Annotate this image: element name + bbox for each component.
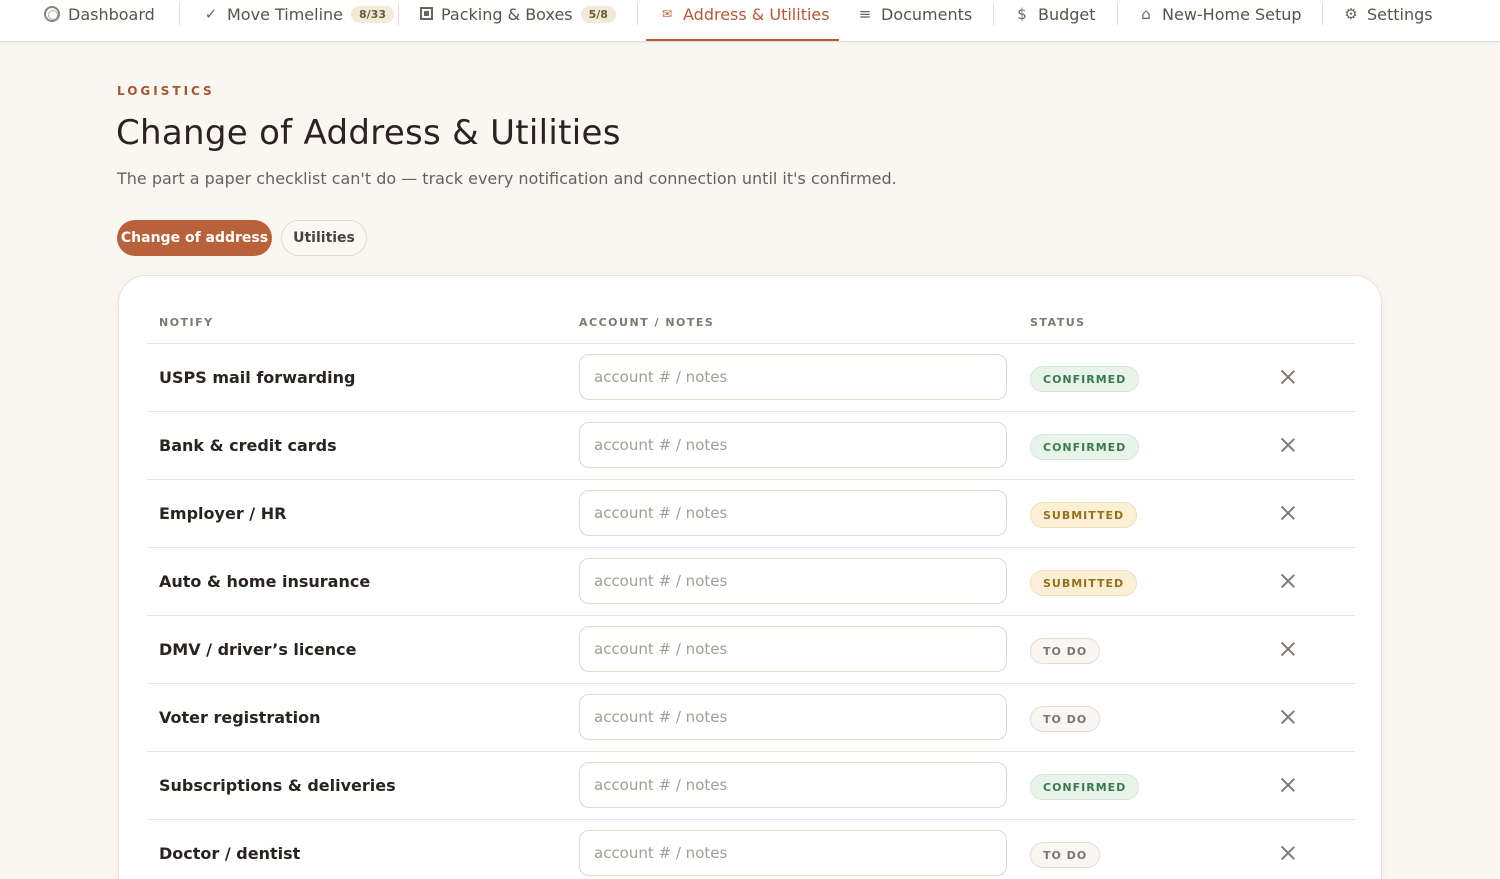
nav-separator xyxy=(993,3,994,25)
remove-icon[interactable] xyxy=(1278,367,1298,387)
nav-separator xyxy=(637,3,638,25)
table-row: Subscriptions & deliveries CONFIRMED xyxy=(147,751,1355,819)
nav-item-move-timeline[interactable]: ✓ Move Timeline 8/33 xyxy=(203,0,395,42)
nav-item-dashboard[interactable]: Dashboard xyxy=(44,0,155,42)
column-header-account-notes: ACCOUNT / NOTES xyxy=(579,316,715,329)
status-badge[interactable]: CONFIRMED xyxy=(1030,434,1140,460)
account-notes-input[interactable] xyxy=(579,830,1007,876)
nav-item-packing-boxes[interactable]: Packing & Boxes 5/8 xyxy=(420,0,616,42)
active-tab-indicator xyxy=(646,39,839,41)
table-row: Voter registration TO DO xyxy=(147,683,1355,751)
notify-table: USPS mail forwarding CONFIRMED Bank & cr… xyxy=(147,343,1355,879)
home-icon: ⌂ xyxy=(1141,5,1151,23)
column-header-status: STATUS xyxy=(1030,316,1086,329)
check-icon: ✓ xyxy=(204,5,218,23)
nav-item-label: New-Home Setup xyxy=(1162,4,1302,24)
nav-badge-count: 5/8 xyxy=(580,5,616,23)
section-eyebrow: LOGISTICS xyxy=(117,84,215,98)
account-notes-input[interactable] xyxy=(579,626,1007,672)
status-badge[interactable]: TO DO xyxy=(1030,842,1101,868)
page-title: Change of Address & Utilities xyxy=(116,113,621,153)
remove-icon[interactable] xyxy=(1278,639,1298,659)
notify-item-name: Subscriptions & deliveries xyxy=(159,776,396,795)
nav-separator xyxy=(179,3,180,25)
nav-item-label: Dashboard xyxy=(68,4,155,24)
remove-icon[interactable] xyxy=(1278,571,1298,591)
remove-icon[interactable] xyxy=(1278,843,1298,863)
nav-item-label: Documents xyxy=(881,4,973,24)
nav-separator xyxy=(1117,3,1118,25)
table-row: USPS mail forwarding CONFIRMED xyxy=(147,343,1355,411)
nav-item-address-utilities[interactable]: ✉ Address & Utilities xyxy=(659,0,830,42)
tab-change-of-address[interactable]: Change of address xyxy=(117,220,272,256)
remove-icon[interactable] xyxy=(1278,707,1298,727)
notify-table-card: NOTIFY ACCOUNT / NOTES STATUS USPS mail … xyxy=(118,275,1382,879)
status-badge[interactable]: CONFIRMED xyxy=(1030,366,1140,392)
table-row: Doctor / dentist TO DO xyxy=(147,819,1355,879)
nav-item-label: Packing & Boxes xyxy=(441,4,573,24)
nav-separator xyxy=(1322,3,1323,25)
dollar-icon: $ xyxy=(1017,5,1027,23)
nav-item-new-home-setup[interactable]: ⌂ New-Home Setup xyxy=(1138,0,1302,42)
nav-item-documents[interactable]: ≡ Documents xyxy=(857,0,973,42)
table-row: DMV / driver’s licence TO DO xyxy=(147,615,1355,683)
account-notes-input[interactable] xyxy=(579,354,1007,400)
nav-item-label: Budget xyxy=(1038,4,1096,24)
status-badge[interactable]: SUBMITTED xyxy=(1030,502,1138,528)
notify-item-name: Bank & credit cards xyxy=(159,436,337,455)
gear-icon: ⚙ xyxy=(1344,5,1358,23)
nav-item-label: Move Timeline xyxy=(227,4,344,24)
table-row: Auto & home insurance SUBMITTED xyxy=(147,547,1355,615)
table-row: Bank & credit cards CONFIRMED xyxy=(147,411,1355,479)
remove-icon[interactable] xyxy=(1278,503,1298,523)
account-notes-input[interactable] xyxy=(579,490,1007,536)
remove-icon[interactable] xyxy=(1278,435,1298,455)
table-row: Employer / HR SUBMITTED xyxy=(147,479,1355,547)
envelope-icon: ✉ xyxy=(661,7,673,21)
status-badge[interactable]: CONFIRMED xyxy=(1030,774,1140,800)
page-subtitle: The part a paper checklist can't do — tr… xyxy=(117,169,897,188)
nav-item-settings[interactable]: ⚙ Settings xyxy=(1343,0,1433,42)
top-nav: Dashboard ✓ Move Timeline 8/33 Packing &… xyxy=(0,0,1500,42)
account-notes-input[interactable] xyxy=(579,422,1007,468)
remove-icon[interactable] xyxy=(1278,775,1298,795)
list-icon: ≡ xyxy=(858,5,872,23)
nav-item-budget[interactable]: $ Budget xyxy=(1014,0,1096,42)
notify-item-name: Voter registration xyxy=(159,708,321,727)
tab-utilities[interactable]: Utilities xyxy=(281,220,367,256)
notify-item-name: Auto & home insurance xyxy=(159,572,371,591)
nav-badge-count: 8/33 xyxy=(351,5,395,23)
notify-item-name: DMV / driver’s licence xyxy=(159,640,357,659)
account-notes-input[interactable] xyxy=(579,762,1007,808)
column-header-notify: NOTIFY xyxy=(159,316,214,329)
account-notes-input[interactable] xyxy=(579,558,1007,604)
circle-icon xyxy=(44,6,60,22)
status-badge[interactable]: TO DO xyxy=(1030,638,1101,664)
nav-separator xyxy=(398,3,399,25)
notify-item-name: USPS mail forwarding xyxy=(159,368,356,387)
box-icon xyxy=(420,6,433,20)
nav-item-label: Address & Utilities xyxy=(683,4,830,24)
nav-item-label: Settings xyxy=(1367,4,1433,24)
notify-item-name: Employer / HR xyxy=(159,504,287,523)
notify-item-name: Doctor / dentist xyxy=(159,844,301,863)
account-notes-input[interactable] xyxy=(579,694,1007,740)
status-badge[interactable]: SUBMITTED xyxy=(1030,570,1138,596)
status-badge[interactable]: TO DO xyxy=(1030,706,1101,732)
